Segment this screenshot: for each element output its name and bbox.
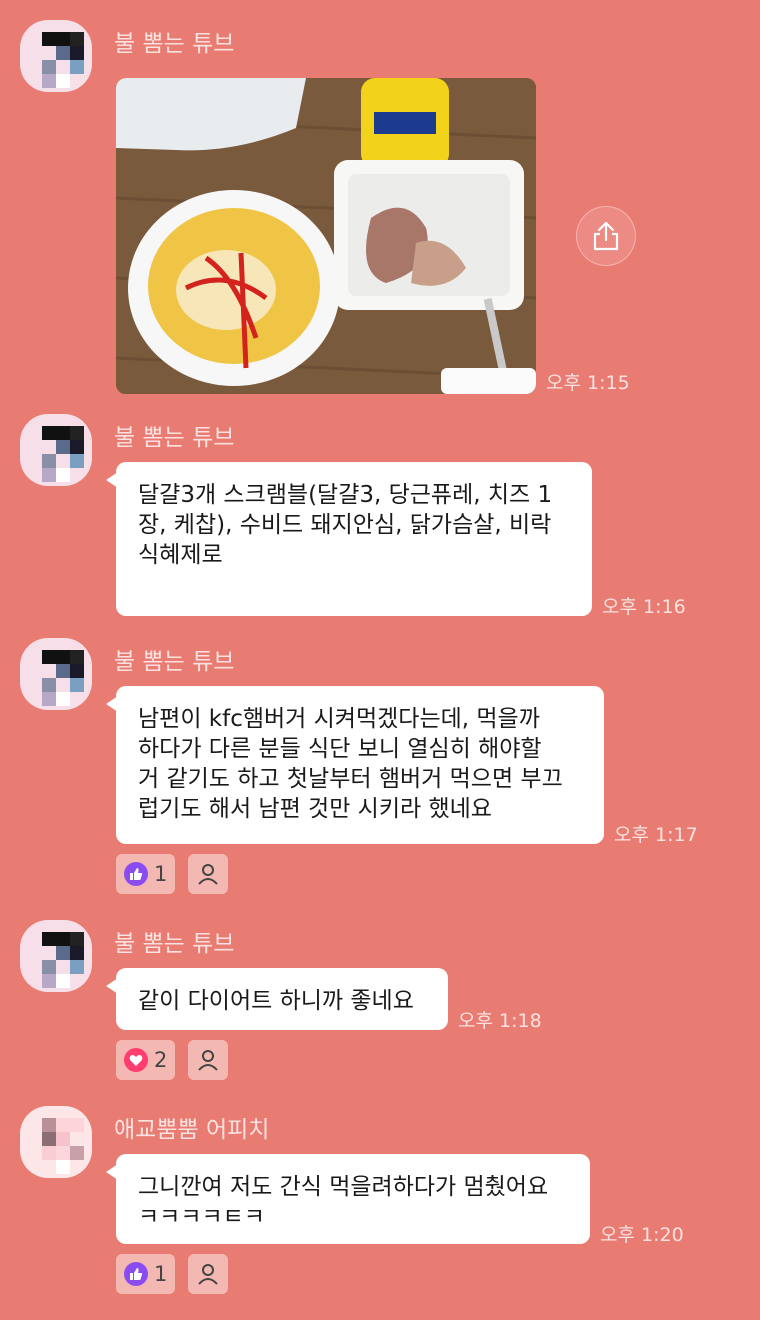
message-time: 오후 1:17 [614, 824, 698, 846]
avatar[interactable] [20, 414, 92, 486]
message-time: 오후 1:18 [458, 1010, 542, 1032]
sender-name: 애교뿜뿜 어피치 [114, 1117, 270, 1143]
reaction-users-button[interactable] [188, 854, 228, 894]
message-line: 남편이 kfc햄버거 시켜먹겠다는데, 먹을까 [138, 706, 540, 732]
heart-icon [124, 1048, 148, 1072]
person-icon [198, 864, 218, 885]
avatar[interactable] [20, 920, 92, 992]
share-icon [593, 221, 619, 251]
photo-of-scrambled-eggs-and-pork[interactable] [116, 78, 536, 394]
message-line: ㅋㅋㅋㅋㅌㅋ [138, 1204, 265, 1230]
sender-name: 불 뽐는 튜브 [114, 425, 235, 451]
message-line: 하다가 다른 분들 식단 보니 열심히 해야할 [138, 736, 542, 762]
message-time: 오후 1:15 [546, 372, 630, 394]
sender-name: 불 뽐는 튜브 [114, 649, 235, 675]
message-bubble[interactable]: 남편이 kfc햄버거 시켜먹겠다는데, 먹을까 하다가 다른 분들 식단 보니 … [106, 686, 604, 844]
share-button[interactable] [576, 206, 636, 266]
message-bubble[interactable]: 달걀3개 스크램블(달걀3, 당근퓨레, 치즈 1 장, 케찹), 수비드 돼지… [106, 462, 592, 616]
reaction-count: 1 [154, 862, 168, 886]
message-line: 달걀3개 스크램블(달걀3, 당근퓨레, 치즈 1 [138, 482, 553, 508]
reaction-like[interactable]: 1 [116, 1254, 176, 1294]
avatar[interactable] [20, 638, 92, 710]
person-icon [198, 1264, 218, 1285]
reaction-users-button[interactable] [188, 1040, 228, 1080]
message-line: 거 같기도 하고 첫날부터 햄버거 먹으면 부끄 [138, 766, 563, 792]
thumbs-up-icon [124, 862, 148, 886]
thumbs-up-icon [124, 1262, 148, 1286]
sender-name: 불 뽐는 튜브 [114, 31, 235, 57]
reaction-like[interactable]: 1 [116, 854, 176, 894]
message-line: 장, 케찹), 수비드 돼지안심, 닭가슴살, 비락 [138, 512, 552, 538]
reaction-users-button[interactable] [188, 1254, 228, 1294]
message-line: 그니깐여 저도 간식 먹을려하다가 멈췄어요 [138, 1174, 549, 1200]
message-bubble[interactable]: 그니깐여 저도 간식 먹을려하다가 멈췄어요 ㅋㅋㅋㅋㅌㅋ [106, 1154, 590, 1244]
message-line: 식혜제로 [138, 542, 223, 568]
reaction-heart[interactable]: 2 [116, 1040, 176, 1080]
sender-name: 불 뽐는 튜브 [114, 931, 235, 957]
avatar[interactable] [20, 20, 92, 92]
message-time: 오후 1:16 [602, 596, 686, 618]
message-line: 같이 다이어트 하니까 좋네요 [138, 988, 414, 1014]
reaction-count: 1 [154, 1262, 168, 1286]
reaction-count: 2 [154, 1048, 168, 1072]
message-bubble[interactable]: 같이 다이어트 하니까 좋네요 [106, 968, 448, 1030]
message-time: 오후 1:20 [600, 1224, 684, 1246]
avatar[interactable] [20, 1106, 92, 1178]
message-line: 럽기도 해서 남편 것만 시키라 했네요 [138, 796, 492, 822]
person-icon [198, 1050, 218, 1071]
